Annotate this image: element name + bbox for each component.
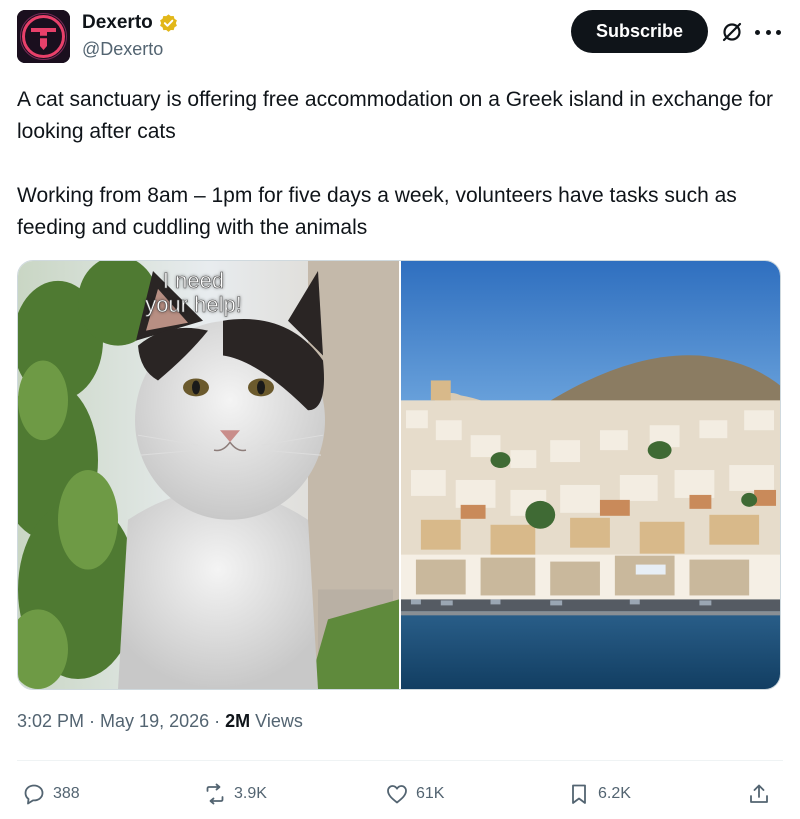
cat-image bbox=[18, 261, 399, 689]
avatar[interactable] bbox=[17, 10, 70, 63]
share-icon bbox=[750, 784, 768, 803]
heart-icon bbox=[387, 785, 407, 804]
meta-separator: · bbox=[89, 711, 96, 731]
author-name-row[interactable]: Dexerto bbox=[82, 12, 179, 34]
action-bar: 388 3.9K 61K 6.2K bbox=[17, 778, 783, 812]
tweet-text: A cat sanctuary is offering free accommo… bbox=[17, 84, 777, 244]
bookmark-count: 6.2K bbox=[598, 785, 631, 802]
reply-icon bbox=[24, 784, 44, 805]
greek-island-photo[interactable] bbox=[401, 261, 780, 689]
island-image bbox=[401, 261, 780, 689]
bookmark-icon bbox=[572, 784, 586, 804]
reply-count: 388 bbox=[53, 785, 80, 802]
tweet-meta: 3:02 PM · May 19, 2026 · 2M Views bbox=[17, 711, 303, 732]
tweet-header: Dexerto @Dexerto Subscribe bbox=[17, 10, 783, 66]
repost-button[interactable]: 3.9K bbox=[203, 778, 267, 810]
views-count: 2M bbox=[225, 711, 251, 731]
verified-badge-icon bbox=[159, 13, 177, 32]
tweet-time[interactable]: 3:02 PM bbox=[17, 711, 84, 732]
like-count: 61K bbox=[416, 785, 445, 802]
repost-count: 3.9K bbox=[234, 785, 267, 802]
share-button[interactable] bbox=[747, 778, 771, 810]
cat-photo[interactable]: I need your help! bbox=[18, 261, 399, 689]
grok-icon[interactable] bbox=[720, 20, 744, 44]
meta-separator-2: · bbox=[214, 711, 221, 731]
media-grid: I need your help! bbox=[17, 260, 781, 690]
tweet-paragraph-2: Working from 8am – 1pm for five days a w… bbox=[17, 184, 737, 239]
author-name[interactable]: Dexerto bbox=[82, 12, 153, 34]
more-icon[interactable] bbox=[755, 20, 781, 44]
views-label: Views bbox=[255, 711, 303, 731]
tweet-paragraph-1: A cat sanctuary is offering free accommo… bbox=[17, 88, 774, 143]
tweet-date[interactable]: May 19, 2026 bbox=[100, 711, 209, 732]
bookmark-button[interactable]: 6.2K bbox=[567, 778, 631, 810]
repost-icon bbox=[206, 783, 224, 805]
author-handle[interactable]: @Dexerto bbox=[82, 39, 163, 60]
reply-button[interactable]: 388 bbox=[22, 778, 80, 810]
like-button[interactable]: 61K bbox=[385, 778, 444, 810]
divider bbox=[17, 760, 783, 761]
subscribe-button[interactable]: Subscribe bbox=[571, 10, 708, 53]
dexerto-logo bbox=[17, 10, 70, 63]
